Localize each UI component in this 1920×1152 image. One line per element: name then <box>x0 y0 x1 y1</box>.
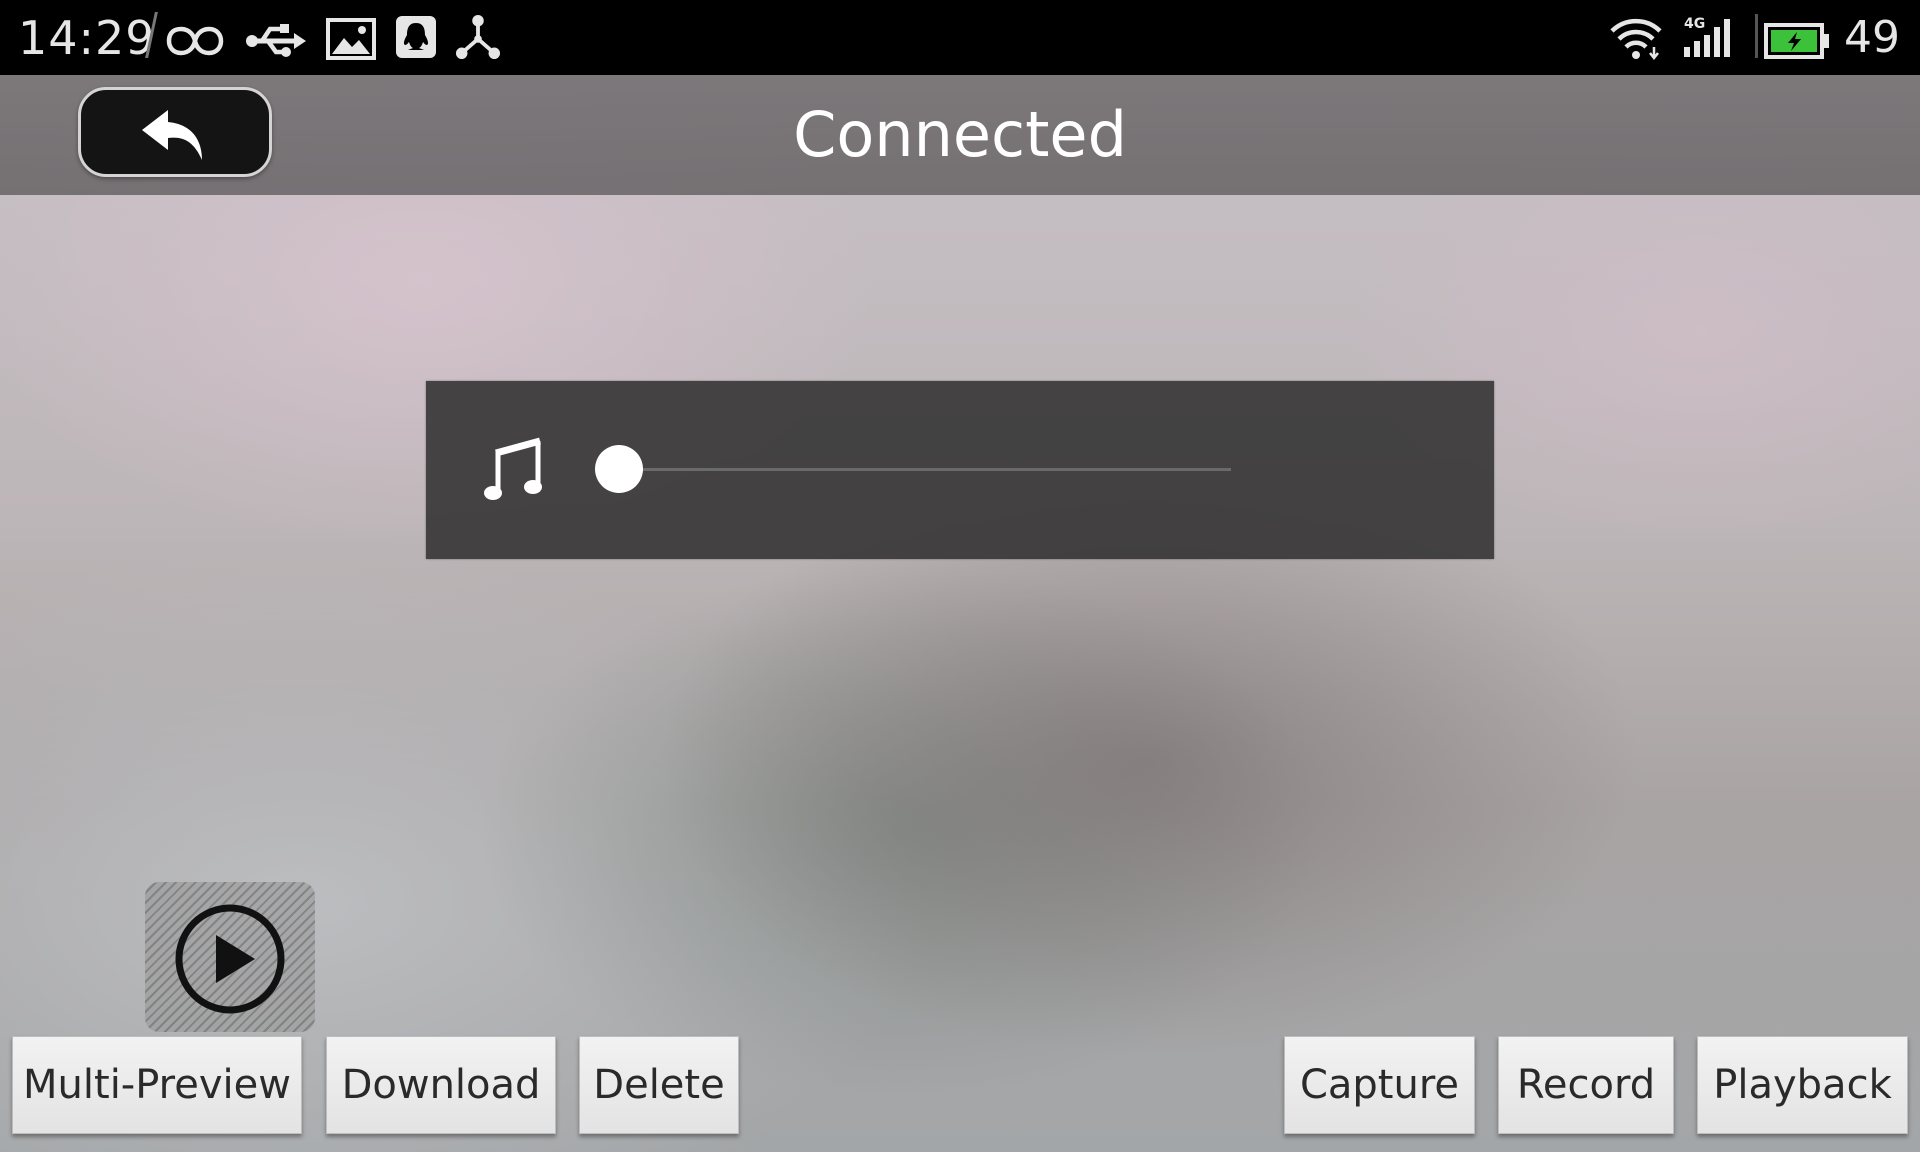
multi-preview-button[interactable]: Multi-Preview <box>12 1036 302 1134</box>
network-share-icon <box>455 14 501 60</box>
header-bar: Connected <box>0 75 1920 195</box>
back-button[interactable] <box>78 87 272 177</box>
wifi-icon <box>1610 18 1662 61</box>
svg-text:4G: 4G <box>1684 16 1705 32</box>
signal-4g-icon: 4G <box>1684 16 1730 57</box>
back-arrow-icon <box>142 110 202 160</box>
music-note-icon <box>484 437 542 500</box>
status-time: 14:29 <box>18 11 156 65</box>
qq-icon <box>396 16 436 58</box>
play-button[interactable] <box>145 882 315 1032</box>
app-screen: 14:29 4G 49 Connected Multi-Preview Down… <box>0 0 1920 1152</box>
playback-button[interactable]: Playback <box>1697 1036 1908 1134</box>
infinity-icon <box>166 26 224 56</box>
battery-charging-icon <box>1764 23 1829 59</box>
page-title: Connected <box>793 98 1127 171</box>
battery-percentage: 49 <box>1844 12 1900 63</box>
delete-button[interactable]: Delete <box>579 1036 739 1134</box>
status-bar: 14:29 4G 49 <box>0 0 1920 75</box>
capture-button[interactable]: Capture <box>1284 1036 1475 1134</box>
status-divider <box>1755 14 1758 58</box>
volume-slider-thumb[interactable] <box>595 445 643 493</box>
audio-volume-panel <box>426 381 1494 559</box>
play-icon <box>175 904 285 1014</box>
image-icon <box>326 18 376 60</box>
record-button[interactable]: Record <box>1498 1036 1674 1134</box>
download-button[interactable]: Download <box>326 1036 556 1134</box>
volume-slider-track[interactable] <box>619 468 1231 471</box>
usb-icon <box>246 24 306 57</box>
